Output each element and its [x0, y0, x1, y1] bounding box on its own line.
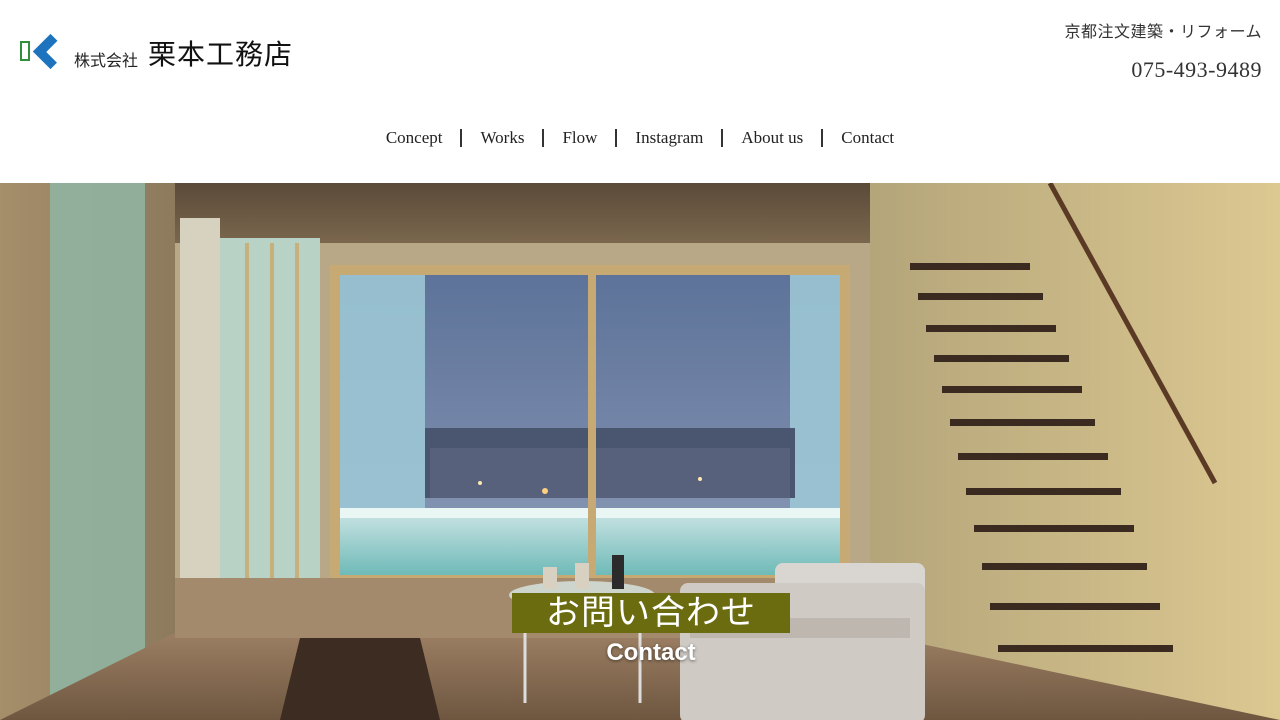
phone-number[interactable]: 075-493-9489: [1131, 57, 1262, 83]
tagline: 京都注文建築・リフォーム: [1064, 22, 1262, 41]
contact-cta-en[interactable]: Contact: [606, 639, 695, 667]
nav-contact[interactable]: Contact: [823, 128, 912, 148]
nav-concept[interactable]: Concept: [368, 128, 461, 148]
company-prefix: 株式会社: [74, 51, 139, 70]
company-logo[interactable]: 株式会社 栗本工務店: [20, 33, 293, 73]
nav-works[interactable]: Works: [462, 128, 542, 148]
main-nav: Concept Works Flow Instagram About us Co…: [0, 128, 1280, 148]
company-name: 栗本工務店: [148, 38, 294, 71]
logo-mark-icon: [20, 33, 72, 73]
hero-image: お問い合わせ Contact: [0, 183, 1280, 720]
nav-flow[interactable]: Flow: [544, 128, 615, 148]
contact-cta-jp[interactable]: お問い合わせ: [512, 593, 790, 633]
contact-cta[interactable]: お問い合わせ Contact: [512, 593, 790, 667]
nav-about-us[interactable]: About us: [723, 128, 821, 148]
nav-instagram[interactable]: Instagram: [617, 128, 721, 148]
site-header: 株式会社 栗本工務店 京都注文建築・リフォーム 075-493-9489 Con…: [0, 0, 1280, 183]
